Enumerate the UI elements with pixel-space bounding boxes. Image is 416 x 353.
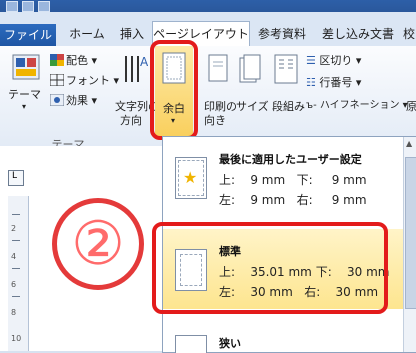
themes-label[interactable]: テーマ xyxy=(8,86,41,102)
fonts-label: フォント xyxy=(66,74,110,87)
size-label[interactable]: サイズ xyxy=(236,98,269,114)
text-direction-icon[interactable]: A xyxy=(120,54,148,84)
orientation-label-2[interactable]: 向き xyxy=(204,112,226,128)
tab-selector-label: L xyxy=(12,171,18,181)
scroll-up-icon[interactable]: ▲ xyxy=(406,139,412,148)
hyphenation-button[interactable]: ъ- ハイフネーション ▾ xyxy=(306,96,408,111)
ruler-number: 6 xyxy=(11,280,17,289)
ruler-number: 8 xyxy=(11,308,17,317)
dropdown-scrollbar[interactable]: ▲ xyxy=(403,137,416,352)
themes-icon[interactable] xyxy=(12,54,40,80)
ruler-number: 2 xyxy=(11,224,17,233)
line-numbers-icon: ☷ xyxy=(306,76,316,89)
word-app-icon[interactable] xyxy=(6,1,18,12)
tab-review[interactable]: 校 xyxy=(402,22,416,46)
truncated-label: 原 xyxy=(406,100,416,113)
title-bar xyxy=(0,0,416,12)
text-direction-label-2[interactable]: 方向 xyxy=(120,112,142,128)
save-icon[interactable] xyxy=(22,1,34,12)
tab-references[interactable]: 参考資料 xyxy=(252,22,312,46)
tab-home[interactable]: ホーム xyxy=(62,22,112,46)
colors-icon xyxy=(50,54,64,66)
annotation-highlight-margins xyxy=(150,40,198,140)
page-icon xyxy=(175,335,207,353)
breaks-icon: ☰ xyxy=(306,54,316,67)
effects-icon xyxy=(50,94,64,106)
svg-text:A: A xyxy=(140,55,148,69)
effects-button[interactable]: 効果 ▾ xyxy=(66,92,97,108)
line-numbers-button[interactable]: ☷ 行番号 ▾ xyxy=(306,74,361,90)
tab-mailings[interactable]: 差し込み文書 xyxy=(318,22,398,46)
ruler-tick xyxy=(12,296,20,297)
option-row-left: 左: 9 mm 右: 9 mm xyxy=(219,193,367,207)
option-row-top: 上: 9 mm 下: 9 mm xyxy=(219,173,367,187)
annotation-step-number: ② xyxy=(52,198,144,290)
margin-option-last-custom[interactable]: ★ 最後に適用したユーザー設定 上: 9 mm 下: 9 mm 左: 9 mm … xyxy=(163,137,403,213)
hyphenation-label: ハイフネーション xyxy=(319,100,400,111)
orientation-icon[interactable] xyxy=(206,54,230,86)
tab-selector[interactable]: L xyxy=(8,170,24,186)
columns-icon[interactable] xyxy=(274,54,298,86)
size-icon[interactable] xyxy=(238,54,262,86)
line-numbers-label: 行番号 xyxy=(319,76,353,89)
page-icon: ★ xyxy=(175,157,207,199)
option-title: 狭い xyxy=(219,337,241,350)
ribbon: テーマ ▾ 配色 ▾ フォント ▾ 効果 ▾ テーマ A 文字列の 方向 余白 … xyxy=(0,40,416,151)
colors-button[interactable]: 配色 ▾ xyxy=(66,52,97,68)
columns-label[interactable]: 段組み xyxy=(272,98,305,114)
vertical-ruler: 2 4 6 8 10 xyxy=(8,196,29,351)
ribbon-tab-bar: ファイル ホーム 挿入 ページレイアウト 参考資料 差し込み文書 校 xyxy=(0,12,416,48)
star-icon: ★ xyxy=(183,168,198,187)
ruler-tick xyxy=(12,268,20,269)
hyphenation-icon: ъ- xyxy=(306,100,317,111)
margin-option-narrow[interactable]: 狭い xyxy=(163,325,403,353)
effects-label: 効果 xyxy=(66,94,88,107)
colors-label: 配色 xyxy=(66,54,88,67)
tab-insert[interactable]: 挿入 xyxy=(114,22,150,46)
ruler-number: 4 xyxy=(11,252,17,261)
breaks-label: 区切り xyxy=(319,54,353,67)
undo-icon[interactable] xyxy=(38,1,50,12)
ruler-tick xyxy=(12,214,20,215)
annotation-highlight-normal xyxy=(152,222,388,314)
tab-file[interactable]: ファイル xyxy=(0,24,56,46)
ruler-number: 10 xyxy=(11,334,22,343)
breaks-button[interactable]: ☰ 区切り ▾ xyxy=(306,52,361,68)
scrollbar-thumb[interactable] xyxy=(405,157,416,309)
fonts-icon xyxy=(50,74,64,86)
option-title: 最後に適用したユーザー設定 xyxy=(219,153,362,166)
ruler-tick xyxy=(12,240,20,241)
fonts-button[interactable]: フォント ▾ xyxy=(66,72,119,88)
chevron-down-icon[interactable]: ▾ xyxy=(22,102,26,111)
